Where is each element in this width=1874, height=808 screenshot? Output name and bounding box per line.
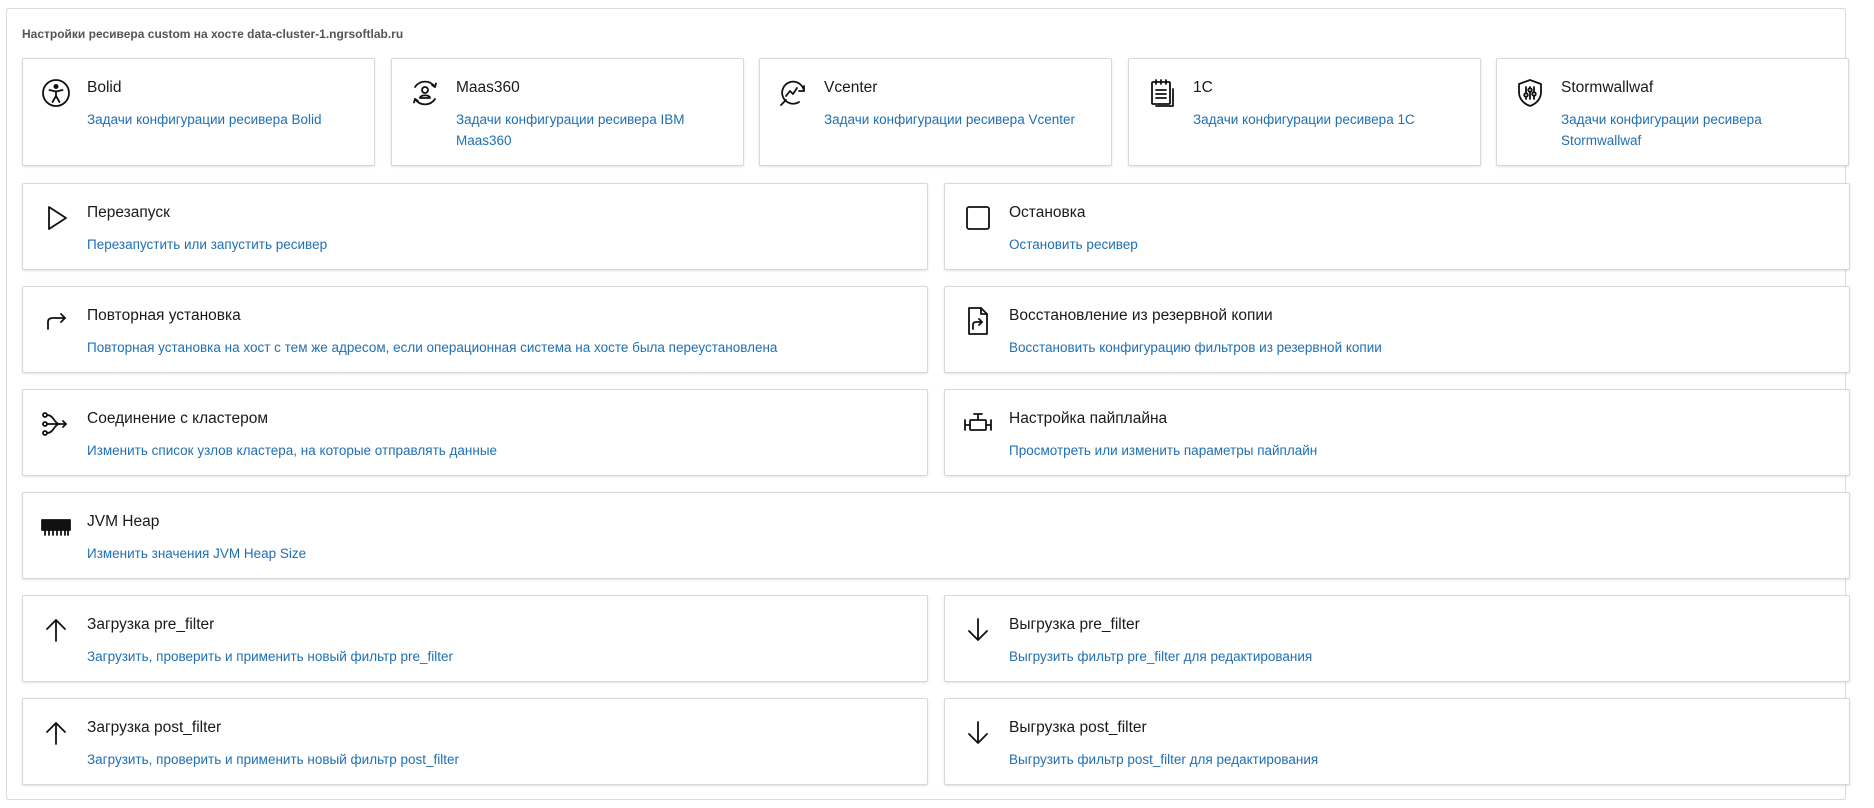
action-card-post-filter-download[interactable]: Выгрузка post_filter Выгрузить фильтр po… [944,698,1850,785]
receiver-desc-link[interactable]: Задачи конфигурации ресивера Bolid [87,109,354,130]
receiver-desc-link[interactable]: Задачи конфигурации ресивера IBM Maas360 [456,109,723,151]
action-title: Загрузка pre_filter [87,616,215,633]
action-card-reinstall[interactable]: Повторная установка Повторная установка … [22,286,928,373]
action-desc-link[interactable]: Остановить ресивер [1009,234,1829,255]
action-desc-link[interactable]: Загрузить, проверить и применить новый ф… [87,646,907,667]
action-title: Повторная установка [87,307,241,324]
action-card-jvm-heap[interactable]: JVM Heap Изменить значения JVM Heap Size [22,492,1850,579]
action-card-stop[interactable]: Остановка Остановить ресивер [944,183,1850,270]
receiver-card-1c[interactable]: 1C Задачи конфигурации ресивера 1C [1128,58,1481,166]
accessibility-icon [39,76,73,110]
action-card-pre-filter-upload[interactable]: Загрузка pre_filter Загрузить, проверить… [22,595,928,682]
receiver-desc-link[interactable]: Задачи конфигурации ресивера 1C [1193,109,1460,130]
receiver-title: Bolid [87,79,122,96]
action-title: Выгрузка post_filter [1009,719,1147,736]
action-title: Восстановление из резервной копии [1009,307,1273,324]
receiver-card-vcenter[interactable]: Vcenter Задачи конфигурации ресивера Vce… [759,58,1112,166]
arrow-up-icon [39,613,73,647]
file-export-icon [961,304,995,338]
arrow-up-icon [39,716,73,750]
action-title: Остановка [1009,204,1086,221]
receiver-card-stormwallwaf[interactable]: Stormwallwaf Задачи конфигурации ресивер… [1496,58,1849,166]
action-title: Настройка пайплайна [1009,410,1168,427]
action-title: Выгрузка pre_filter [1009,616,1140,633]
action-desc-link[interactable]: Перезапустить или запустить ресивер [87,234,907,255]
action-desc-link[interactable]: Восстановить конфигурацию фильтров из ре… [1009,337,1829,358]
receiver-desc-link[interactable]: Задачи конфигурации ресивера Vcenter [824,109,1091,130]
shield-sliders-icon [1513,76,1547,110]
receiver-card-bolid[interactable]: Bolid Задачи конфигурации ресивера Bolid [22,58,375,166]
connection-branch-icon [39,407,73,441]
action-desc-link[interactable]: Повторная установка на хост с тем же адр… [87,337,907,358]
action-card-restore[interactable]: Восстановление из резервной копии Восста… [944,286,1850,373]
action-title: Перезапуск [87,204,170,221]
action-card-cluster[interactable]: Соединение с кластером Изменить список у… [22,389,928,476]
receiver-desc-link[interactable]: Задачи конфигурации ресивера Stormwallwa… [1561,109,1828,151]
action-card-pipeline[interactable]: Настройка пайплайна Просмотреть или изме… [944,389,1850,476]
receiver-title: Vcenter [824,79,878,96]
action-desc-link[interactable]: Загрузить, проверить и применить новый ф… [87,749,907,770]
stop-icon [961,201,995,235]
arrow-down-icon [961,613,995,647]
play-icon [39,201,73,235]
user-circle-arrows-icon [408,76,442,110]
action-desc-link[interactable]: Выгрузить фильтр pre_filter для редактир… [1009,646,1829,667]
receiver-title: Stormwallwaf [1561,79,1654,96]
action-desc-link[interactable]: Изменить список узлов кластера, на котор… [87,440,907,461]
receiver-title: Maas360 [456,79,520,96]
document-list-icon [1145,76,1179,110]
pipeline-valve-icon [961,407,995,441]
chart-refresh-icon [776,76,810,110]
receiver-card-maas360[interactable]: Maas360 Задачи конфигурации ресивера IBM… [391,58,744,166]
panel-title: Настройки ресивера custom на хосте data-… [22,27,404,41]
memory-chip-icon [39,510,73,544]
action-desc-link[interactable]: Изменить значения JVM Heap Size [87,543,1829,564]
receiver-title: 1C [1193,79,1213,96]
action-desc-link[interactable]: Просмотреть или изменить параметры пайпл… [1009,440,1829,461]
redo-arrow-icon [39,304,73,338]
action-card-post-filter-upload[interactable]: Загрузка post_filter Загрузить, проверит… [22,698,928,785]
action-title: Загрузка post_filter [87,719,222,736]
action-card-restart[interactable]: Перезапуск Перезапустить или запустить р… [22,183,928,270]
action-desc-link[interactable]: Выгрузить фильтр post_filter для редакти… [1009,749,1829,770]
arrow-down-icon [961,716,995,750]
action-card-pre-filter-download[interactable]: Выгрузка pre_filter Выгрузить фильтр pre… [944,595,1850,682]
action-title: Соединение с кластером [87,410,268,427]
action-title: JVM Heap [87,513,160,530]
